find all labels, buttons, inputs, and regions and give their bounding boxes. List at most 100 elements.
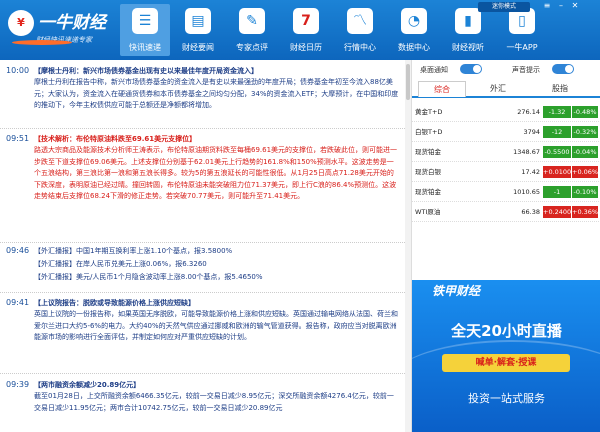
quote-row[interactable]: WTI原油 66.38 +0.2400 +0.36% [412, 202, 600, 222]
quote-percent: -0.10% [572, 186, 598, 198]
news-body: 截至01月28日，上交所融资余额6466.35亿元，较前一交易日减少8.95亿元… [34, 392, 394, 412]
sound-notify-toggle[interactable]: 声音提示 [512, 64, 592, 74]
quote-name: 黄金T+D [415, 108, 443, 116]
ad-decoration [412, 340, 600, 420]
news-time: 09:51 [6, 134, 30, 143]
news-item[interactable]: 09:41 【上议院报告：脱欧或导致能源价格上涨供应短缺】 英国上议院的一份报告… [0, 298, 405, 354]
quote-change: -1.32 [543, 106, 571, 118]
nav-label: 数据中心 [398, 43, 430, 52]
news-headline: 【技术解析：布伦特原油料跌至69.61美元支撑位】 [34, 135, 197, 143]
quote-name: 现货铂金 [415, 148, 441, 156]
news-time: 09:41 [6, 298, 30, 307]
toggle-label: 声音提示 [512, 66, 540, 74]
quote-price: 17.42 [521, 168, 540, 176]
quote-name: 现货铂金 [415, 188, 441, 196]
nav-label: 财经日历 [290, 43, 322, 52]
nav-label: 一牛APP [506, 43, 538, 52]
quote-percent: -0.32% [572, 126, 598, 138]
ad-service: 投资一站式服务 [468, 392, 545, 405]
news-time: 09:39 [6, 380, 30, 389]
news-headline: 【上议院报告：脱欧或导致能源价格上涨供应短缺】 [34, 299, 195, 307]
logo-swoosh [12, 40, 72, 45]
app-logo: ¥ 一牛财经 财经快讯速递专家 [8, 6, 120, 52]
desktop-notify-toggle[interactable]: 桌面通知 [420, 64, 500, 74]
quote-name: 白银T+D [415, 128, 443, 136]
market-icon: 〽 [347, 8, 373, 34]
live-stream-ad[interactable]: 铁甲财经 全天20小时直播 喊单·解套·授课 投资一站式服务 [412, 280, 600, 432]
quote-price: 1348.67 [513, 148, 540, 156]
news-line: 【外汇播报】美元/人民币1个月隐含波动率上涨8.00个基点，报5.4650% [34, 273, 263, 281]
nav-label: 财经要闻 [182, 43, 214, 52]
news-item[interactable]: 10:00 【摩根士丹利：新兴市场债券基金出现有史以来最佳年度开局资金流入】 摩… [0, 66, 405, 128]
expert-icon: ✎ [239, 8, 265, 34]
news-time: 09:46 [6, 246, 30, 255]
ad-brand: 铁甲财经 [432, 284, 481, 298]
minimize-icon[interactable]: – [554, 0, 568, 12]
divider [0, 292, 405, 293]
news-line: 【外汇播报】中国1年期互换利率上涨1.10个基点，报3.5800% [34, 247, 233, 255]
quote-percent: -0.48% [572, 106, 598, 118]
news-feed: 10:00 【摩根士丹利：新兴市场债券基金出现有史以来最佳年度开局资金流入】 摩… [0, 60, 405, 432]
nav-data-center[interactable]: ◔ 数据中心 [388, 4, 440, 56]
notification-toggles: 桌面通知 声音提示 [412, 60, 600, 80]
quote-percent: +0.06% [572, 166, 599, 178]
quote-name: 现货白银 [415, 168, 441, 176]
news-body: 英国上议院的一份报告称，如果英国无序脱欧，可能导致能源价格上涨和供应短缺。英国通… [34, 310, 398, 341]
quote-change: +0.0100 [543, 166, 572, 178]
news-item[interactable]: 09:51 【技术解析：布伦特原油料跌至69.61美元支撑位】 路透大宗商品及能… [0, 134, 405, 242]
news-line: 【外汇播报】在岸人民币兑美元上涨0.06%，报6.3260 [34, 260, 207, 268]
news-body: 路透大宗商品及能源技术分析师王涛表示，布伦特原油期货料跌至每桶69.61美元的支… [34, 146, 398, 200]
nav-label: 财经视听 [452, 43, 484, 52]
header-bar: ¥ 一牛财经 财经快讯速递专家 ☰ 快讯速递 ▤ 财经要闻 ✎ 专家点评 7 财… [0, 0, 600, 60]
video-icon: ▮ [455, 8, 481, 34]
mini-mode-button[interactable]: 迷你模式 [478, 2, 530, 12]
nav-finance-news[interactable]: ▤ 财经要闻 [172, 4, 224, 56]
news-flash-icon: ☰ [132, 8, 158, 34]
tab-general[interactable]: 综合 [418, 81, 466, 97]
nav-market-center[interactable]: 〽 行情中心 [334, 4, 386, 56]
tab-index[interactable]: 股指 [536, 81, 584, 97]
scrollbar-thumb[interactable] [406, 64, 410, 100]
quote-percent: -0.04% [572, 146, 598, 158]
quote-row[interactable]: 黄金T+D 276.14 -1.32 -0.48% [412, 102, 600, 122]
nav-label: 快讯速递 [129, 43, 161, 52]
quote-row[interactable]: 现货铂金 1348.67 -0.5500 -0.04% [412, 142, 600, 162]
calendar-icon: 7 [293, 8, 319, 34]
divider [0, 242, 405, 243]
tab-forex[interactable]: 外汇 [474, 81, 522, 97]
app-window: ¥ 一牛财经 财经快讯速递专家 ☰ 快讯速递 ▤ 财经要闻 ✎ 专家点评 7 财… [0, 0, 600, 432]
menu-icon[interactable]: ≡ [540, 0, 554, 12]
logo-badge-icon: ¥ [8, 10, 34, 36]
toggle-switch[interactable] [552, 64, 574, 74]
news-body: 摩根士丹利在报告中称，新兴市场债券基金的资金流入是有史以来最强劲的年度开局；债券… [34, 78, 399, 109]
toggle-switch[interactable] [460, 64, 482, 74]
nav-news-flash[interactable]: ☰ 快讯速递 [120, 4, 170, 56]
nav-label: 行情中心 [344, 43, 376, 52]
quote-change: -0.5500 [543, 146, 571, 158]
divider [0, 373, 405, 374]
brand-name: 一牛财经 [38, 13, 106, 33]
quote-name: WTI原油 [415, 208, 441, 216]
quote-change: +0.2400 [543, 206, 572, 218]
quote-change: -12 [543, 126, 571, 138]
data-icon: ◔ [401, 8, 427, 34]
quote-row[interactable]: 白银T+D 3794 -12 -0.32% [412, 122, 600, 142]
divider [0, 128, 405, 129]
ad-headline: 全天20小时直播 [451, 322, 562, 340]
quote-tabs: 综合 外汇 股指 [412, 80, 600, 98]
toggle-label: 桌面通知 [420, 66, 448, 74]
quote-row[interactable]: 现货白银 17.42 +0.0100 +0.06% [412, 162, 600, 182]
news-time: 10:00 [6, 66, 30, 75]
window-controls: ≡ – ✕ [540, 0, 582, 12]
close-icon[interactable]: ✕ [568, 0, 582, 12]
right-panel: 桌面通知 声音提示 综合 外汇 股指 黄金T+D 276.14 -1.32 -0… [411, 60, 600, 432]
quote-row[interactable]: 现货铂金 1010.65 -1 -0.10% [412, 182, 600, 202]
news-item[interactable]: 09:46 【外汇播报】中国1年期互换利率上涨1.10个基点，报3.5800% … [0, 246, 405, 286]
quote-change: -1 [543, 186, 571, 198]
nav-expert-comments[interactable]: ✎ 专家点评 [226, 4, 278, 56]
quote-percent: +0.36% [572, 206, 599, 218]
quote-price: 3794 [523, 128, 540, 136]
news-item[interactable]: 09:39 【两市融资余额减少20.89亿元】 截至01月28日，上交所融资余额… [0, 380, 405, 432]
nav-calendar[interactable]: 7 财经日历 [280, 4, 332, 56]
quote-price: 66.38 [521, 208, 540, 216]
